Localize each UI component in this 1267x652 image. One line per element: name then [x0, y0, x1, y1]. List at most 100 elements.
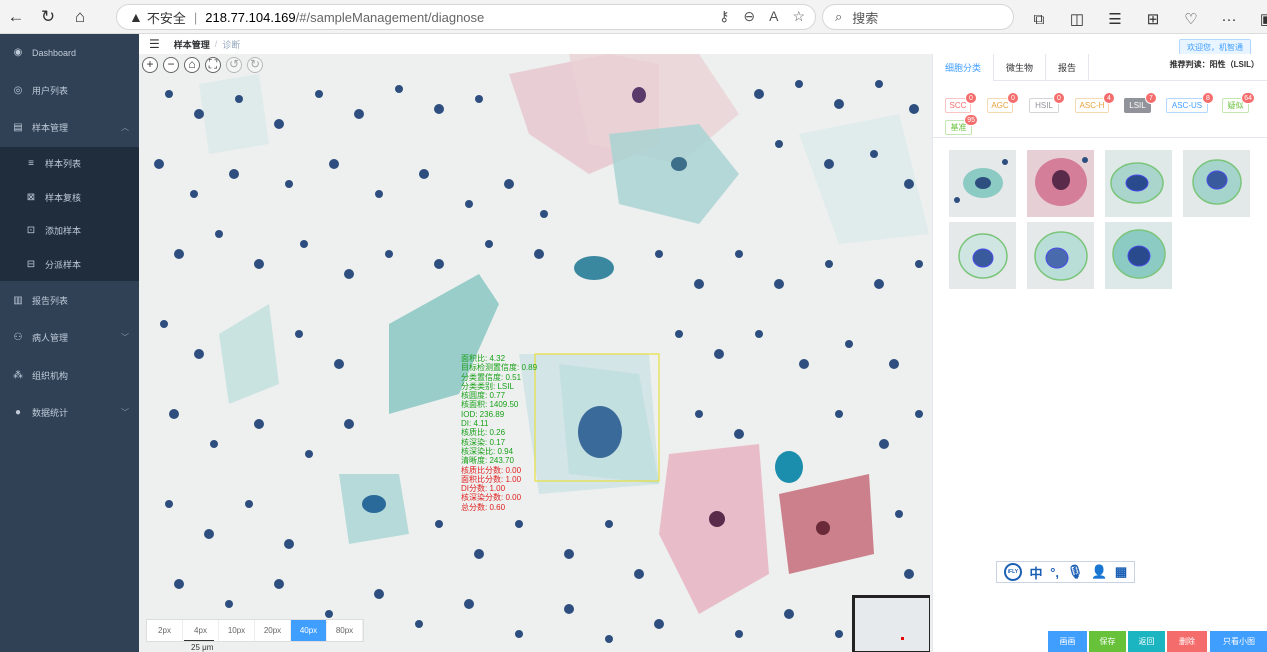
category-scc[interactable]: SCC 0 — [945, 92, 977, 113]
delete-button[interactable]: 删除 — [1167, 631, 1207, 652]
cell-thumbnail[interactable] — [1105, 150, 1172, 217]
key-icon[interactable]: ⚷ — [719, 8, 729, 25]
slide-viewer[interactable]: + − ⌂ ⛶ ↺ ↻ 面积比: 4.32 目标检测置信度: 0.89 分类置信度:… — [139, 54, 932, 652]
back-arrow-icon[interactable]: ← — [0, 2, 32, 32]
breadcrumb-sample-management[interactable]: 样本管理 — [174, 38, 210, 51]
scale-option[interactable]: 10px — [219, 620, 255, 641]
sidebar-item-label: 样本复核 — [45, 192, 82, 203]
save-button[interactable]: 保存 — [1089, 631, 1126, 652]
zoom-out-icon[interactable]: − — [163, 57, 179, 73]
back-button[interactable]: 返回 — [1128, 631, 1165, 652]
category-hsil[interactable]: HSIL 0 — [1029, 92, 1065, 113]
scale-option[interactable]: 2px — [147, 620, 183, 641]
count-badge: 0 — [1053, 92, 1065, 104]
cell-image — [139, 54, 932, 652]
sidebar-item-label: 用户列表 — [32, 85, 69, 96]
address-separator: | — [193, 9, 198, 25]
refresh-icon[interactable]: ↻ — [32, 2, 64, 32]
assign-icon: ⊟ — [26, 258, 36, 270]
punctuation-icon[interactable]: °, — [1050, 565, 1059, 580]
fullscreen-icon[interactable]: ⛶ — [205, 57, 221, 73]
sidebar-item-users[interactable]: ◎ 用户列表 — [0, 72, 139, 110]
cell-thumbnail[interactable] — [1105, 222, 1172, 289]
cell-thumbnail[interactable] — [949, 222, 1016, 289]
count-badge: 4 — [1103, 92, 1115, 104]
tab-microorganism[interactable]: 微生物 — [994, 54, 1047, 81]
ifly-logo-icon[interactable]: iFLY — [1003, 563, 1022, 581]
cell-thumbnail[interactable] — [1183, 150, 1250, 217]
sidebar-item-statistics[interactable]: ● 数据统计 ﹀ — [0, 394, 139, 432]
scale-option[interactable]: 4px — [183, 620, 219, 641]
cell-thumbnail[interactable] — [1027, 150, 1094, 217]
category-label: AGC — [991, 101, 1009, 110]
split-screen-icon[interactable]: ◫ — [1060, 4, 1094, 34]
read-aloud-icon[interactable]: A — [769, 8, 778, 25]
sidebar-item-add-sample[interactable]: ⊡ 添加样本 — [0, 214, 139, 248]
org-icon: ⁂ — [13, 369, 23, 381]
sidebar-submenu: ≡ 样本列表 ⊠ 样本复核 ⊡ 添加样本 ⊟ 分派样本 — [0, 146, 139, 282]
sidebar-item-dashboard[interactable]: ◉ Dashboard — [0, 34, 139, 72]
health-icon[interactable]: ♡ — [1174, 4, 1208, 34]
metric-line: 目标检测置信度: 0.89 — [461, 363, 538, 373]
scale-option[interactable]: 40px — [291, 620, 327, 641]
home-view-icon[interactable]: ⌂ — [184, 57, 200, 73]
address-bar[interactable]: ▲ 不安全 | 218.77.104.169 /#/sampleManageme… — [116, 4, 816, 30]
minimap[interactable] — [852, 595, 930, 652]
favorites-list-icon[interactable]: ☰ — [1098, 4, 1132, 34]
search-icon: ⌕ — [835, 9, 843, 24]
rotate-left-icon[interactable]: ↺ — [226, 57, 242, 73]
sidebar-item-label: 报告列表 — [32, 295, 69, 306]
tab-report[interactable]: 报告 — [1046, 54, 1090, 81]
sidebar-item-assign-sample[interactable]: ⊟ 分派样本 — [0, 248, 139, 282]
metric-line: 核质比分数: 0.00 — [461, 465, 522, 475]
sidebar-item-sample-management[interactable]: ▤ 样本管理 ︿ — [0, 109, 139, 147]
sidebar-item-sample-list[interactable]: ≡ 样本列表 — [0, 147, 139, 181]
breadcrumb: ☰ 样本管理 / 诊断 欢迎您，机智通 — [139, 34, 1267, 56]
count-badge: 0 — [965, 92, 977, 104]
hamburger-icon[interactable]: ☰ — [149, 37, 160, 51]
sidebar-item-patient[interactable]: ⚇ 病人管理 ﹀ — [0, 319, 139, 357]
category-label: LSIL — [1129, 101, 1146, 110]
sidebar-item-organization[interactable]: ⁂ 组织机构 — [0, 356, 139, 394]
sidebar-item-sample-review[interactable]: ⊠ 样本复核 — [0, 180, 139, 214]
draw-button[interactable]: 画画 — [1048, 631, 1087, 652]
report-icon: ▥ — [13, 294, 23, 306]
zoom-in-icon[interactable]: + — [142, 57, 158, 73]
sidebar-item-label: 组织机构 — [32, 370, 69, 381]
metric-line: 核面积: 1409.50 — [461, 400, 519, 410]
sidebar-item-label: 病人管理 — [32, 333, 69, 343]
category-label: 疑似 — [1227, 101, 1244, 110]
category-label: ASC-H — [1079, 101, 1105, 110]
category-suspected[interactable]: 疑似 64 — [1222, 92, 1255, 113]
category-asc-h[interactable]: ASC-H 4 — [1075, 92, 1115, 113]
sidebar-item-label: 分派样本 — [45, 259, 82, 270]
category-asc-us[interactable]: ASC-US 8 — [1166, 92, 1214, 113]
collections-icon[interactable]: ⊞ — [1136, 4, 1170, 34]
rotate-right-icon[interactable]: ↻ — [247, 57, 263, 73]
sidebar-item-label: 样本管理 — [32, 123, 69, 134]
scale-option[interactable]: 20px — [255, 620, 291, 641]
sidebar-item-report-list[interactable]: ▥ 报告列表 — [0, 281, 139, 319]
extensions-icon[interactable]: ⧉ — [1022, 4, 1056, 34]
cell-thumbnail[interactable] — [949, 150, 1016, 217]
sidebar-item-label: 添加样本 — [45, 226, 82, 237]
category-lsil[interactable]: LSIL 7 — [1124, 92, 1157, 113]
small-only-button[interactable]: 只看小图 — [1210, 631, 1267, 652]
sidebar-toggle-icon[interactable]: ▣ — [1250, 4, 1267, 34]
home-icon[interactable]: ⌂ — [64, 2, 96, 32]
cell-metrics: 面积比: 4.32 目标检测置信度: 0.89 分类置信度: 0.51 分类类别: L… — [461, 354, 537, 512]
cell-thumbnail[interactable] — [1027, 222, 1094, 289]
zoom-icon[interactable]: ⊖ — [743, 8, 755, 25]
category-baseline[interactable]: 基准 95 — [945, 114, 978, 135]
more-icon[interactable]: ··· — [1212, 4, 1246, 34]
category-agc[interactable]: AGC 0 — [987, 92, 1019, 113]
metric-line: 核深染分数: 0.00 — [461, 493, 522, 503]
grid-icon[interactable]: ▦ — [1115, 564, 1127, 580]
mic-icon[interactable]: 🎙 — [1067, 564, 1084, 580]
favorite-icon[interactable]: ☆ — [792, 8, 805, 25]
browser-search[interactable]: ⌕ 搜索 — [822, 4, 1014, 30]
user-icon[interactable]: 👤 — [1091, 564, 1107, 580]
chinese-input-icon[interactable]: 中 — [1030, 563, 1043, 582]
scale-option[interactable]: 80px — [327, 620, 363, 641]
tab-cell-classification[interactable]: 细胞分类 — [933, 54, 995, 81]
